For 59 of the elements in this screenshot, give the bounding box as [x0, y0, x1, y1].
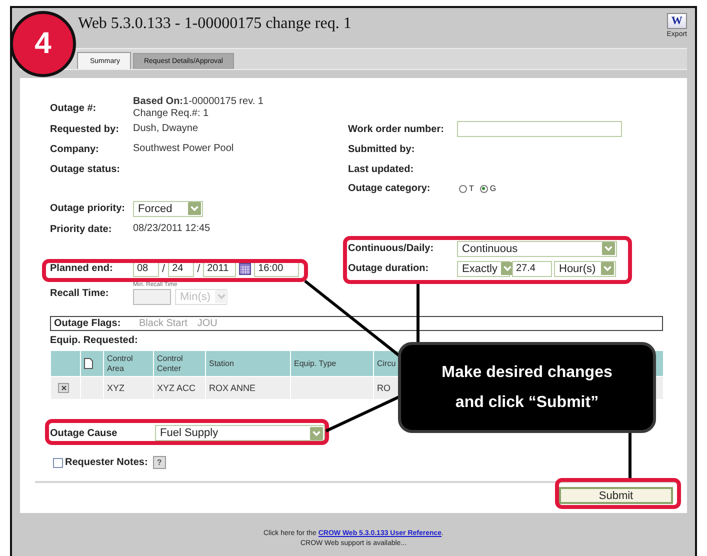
radio-button[interactable]: G: [480, 184, 496, 193]
field-label: Outage category:: [348, 183, 432, 194]
date-separator: /: [162, 262, 166, 274]
column-header: Control Area: [104, 350, 154, 376]
field-label: Outage Flags:: [54, 318, 122, 329]
leader-line: [628, 433, 632, 478]
delete-icon[interactable]: [58, 383, 69, 393]
table-cell: ROX ANNE: [206, 376, 290, 400]
calendar-icon[interactable]: [239, 262, 252, 274]
caret-icon: [601, 262, 614, 275]
flag-item: JOU: [197, 318, 218, 329]
field-label: Planned end:: [50, 263, 114, 274]
field-label: Requested by:: [50, 124, 120, 134]
caret-icon: [214, 290, 228, 303]
field-label: Outage duration:: [348, 263, 430, 274]
caret-icon: [188, 202, 201, 215]
input-field[interactable]: 27.4: [512, 260, 552, 276]
field-label: Work order number:: [348, 124, 445, 134]
field-label: Last updated:: [348, 164, 415, 174]
field-value: 08/23/2011 12:45: [133, 223, 212, 235]
table-cell: XYZ: [104, 376, 154, 400]
caret-icon: [602, 242, 615, 255]
field-label: Company:: [50, 144, 100, 154]
field-label: Priority date:: [50, 224, 113, 234]
field-value: Southwest Power Pool: [133, 143, 235, 155]
dropdown[interactable]: Continuous: [457, 240, 617, 256]
document-icon: [84, 358, 93, 369]
field-label: Recall Time:: [50, 288, 110, 298]
dropdown[interactable]: Hour(s): [554, 260, 616, 276]
dropdown[interactable]: Fuel Supply: [155, 425, 325, 441]
word-export-icon[interactable]: W: [666, 13, 687, 29]
flag-item: Black Start: [139, 318, 188, 329]
column-header: Control Center: [154, 350, 206, 376]
field-label: Continuous/Daily:: [348, 243, 435, 254]
help-button[interactable]: ?: [152, 456, 166, 469]
field-value: Based On:1-00000175 rev. 1: [133, 96, 264, 108]
callout-box: Make desired changes and click “Submit”: [398, 342, 656, 433]
checkbox[interactable]: [53, 458, 63, 468]
column-header: Station: [206, 350, 290, 376]
leader-line: [416, 284, 420, 344]
radio-button[interactable]: T: [459, 184, 474, 193]
submit-button[interactable]: Submit: [559, 487, 673, 504]
input-field[interactable]: [457, 121, 622, 137]
date-separator: /: [197, 262, 200, 274]
column-header: Equip. Type: [290, 350, 374, 376]
field-label: Submitted by:: [348, 144, 416, 154]
field-label: Requester Notes:: [65, 457, 148, 468]
window-title: Web 5.3.0.133 - 1-00000175 change req. 1: [78, 15, 352, 33]
field-label: Outage #:: [50, 102, 98, 114]
table-cell: XYZ ACC: [154, 376, 206, 400]
dropdown[interactable]: Exactly: [457, 260, 510, 276]
section-title: Equip. Requested:: [50, 335, 139, 347]
field-label: Outage priority:: [50, 203, 126, 214]
field-value: Change Req.#: 1: [133, 108, 210, 120]
caret-icon: [310, 426, 323, 440]
field-label: Outage status:: [50, 164, 122, 174]
field-label: Outage Cause: [50, 428, 118, 438]
field-value: Dush, Dwayne: [133, 123, 200, 135]
dropdown[interactable]: Forced: [133, 200, 203, 216]
